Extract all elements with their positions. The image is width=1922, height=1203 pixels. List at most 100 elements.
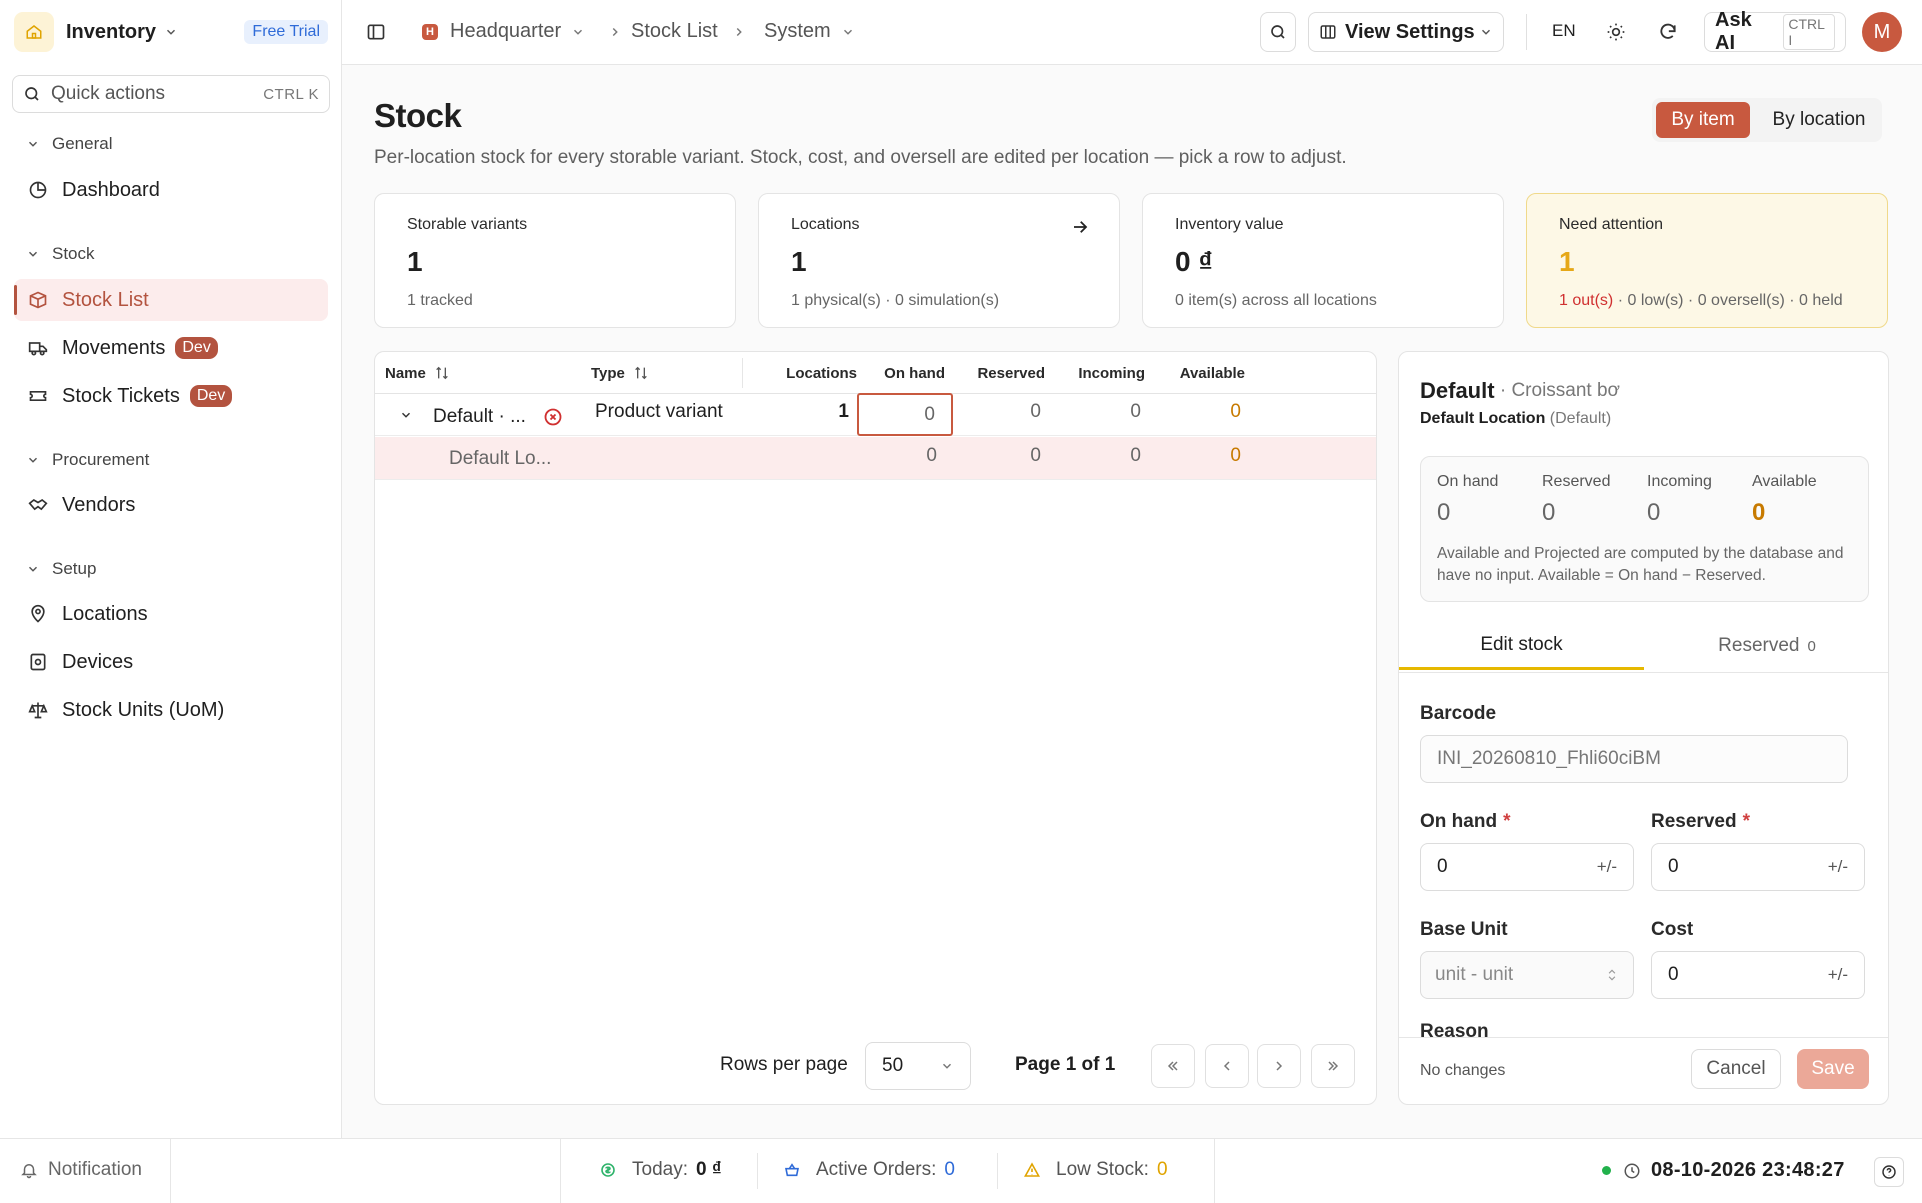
quick-actions-input[interactable]: Quick actions CTRL K	[12, 75, 330, 113]
out-of-stock-icon	[543, 394, 563, 440]
sidebar-item-dashboard[interactable]: Dashboard	[14, 169, 328, 211]
trial-badge[interactable]: Free Trial	[244, 20, 328, 44]
chevron-down-icon	[571, 25, 585, 39]
ask-ai-shortcut: CTRL I	[1783, 14, 1835, 50]
refresh-icon[interactable]	[1658, 22, 1678, 42]
row-name: Default Lo...	[449, 447, 552, 469]
card-value: 1	[1559, 246, 1575, 277]
breadcrumb-system[interactable]: System	[764, 20, 855, 43]
tab-edit-stock[interactable]: Edit stock	[1399, 622, 1644, 670]
low-stock[interactable]: Low Stock: 0	[1024, 1159, 1168, 1181]
by-location-tab[interactable]: By location	[1760, 102, 1878, 138]
sidebar-item-label: Stock Tickets	[62, 384, 180, 407]
breadcrumb-label: Headquarter	[450, 20, 562, 42]
sidebar-item-stock-list[interactable]: Stock List	[14, 279, 328, 321]
divider	[997, 1153, 998, 1189]
base-unit-select[interactable]: unit - unit	[1420, 951, 1634, 999]
reserved-input[interactable]: 0 +/-	[1651, 843, 1865, 891]
location-name: Default Location	[1420, 410, 1546, 427]
previous-page-icon[interactable]	[1205, 1044, 1249, 1088]
by-item-tab[interactable]: By item	[1656, 102, 1750, 138]
table-row[interactable]: Default Lo... 0 0 0 0	[375, 437, 1376, 480]
required-marker: *	[1742, 811, 1750, 832]
card-locations[interactable]: Locations 1 1 physical(s) · 0 simulation…	[758, 193, 1120, 328]
breadcrumb-stock-list[interactable]: Stock List	[631, 20, 718, 43]
section-general[interactable]: General	[26, 134, 112, 154]
view-toggle: By item By location	[1652, 98, 1882, 142]
next-page-icon[interactable]	[1257, 1044, 1301, 1088]
view-settings-label: View Settings	[1345, 20, 1475, 43]
first-page-icon[interactable]	[1151, 1044, 1195, 1088]
sidebar-item-locations[interactable]: Locations	[14, 593, 328, 635]
adjust-button[interactable]: +/-	[1828, 965, 1848, 985]
barcode-field[interactable]: INI_20260810_Fhli60ciBM	[1420, 735, 1848, 783]
column-locations[interactable]: Locations	[757, 352, 857, 394]
row-type: Product variant	[595, 401, 723, 422]
low-stock-label: Low Stock:	[1056, 1159, 1149, 1180]
sidebar-toggle-icon[interactable]	[366, 22, 386, 42]
change-status: No changes	[1420, 1062, 1506, 1079]
cost-input[interactable]: 0 +/-	[1651, 951, 1865, 999]
column-reserved[interactable]: Reserved	[945, 352, 1045, 394]
label-text: On hand	[1420, 811, 1498, 832]
chevron-down-icon[interactable]	[399, 394, 413, 436]
section-procurement[interactable]: Procurement	[26, 450, 149, 470]
card-subtext: 1 tracked	[407, 292, 473, 309]
row-on-hand: 0	[926, 445, 937, 466]
table-row[interactable]: Default · ... Product variant 1 0 0 0 0	[375, 393, 1376, 436]
chevron-right-icon	[608, 25, 622, 39]
clock: 08-10-2026 23:48:27	[1602, 1159, 1845, 1182]
stat-label: Incoming	[1647, 473, 1712, 490]
sidebar-item-label: Movements	[62, 336, 166, 359]
card-title: Need attention	[1559, 216, 1664, 233]
sort-icon	[633, 365, 649, 381]
cancel-button[interactable]: Cancel	[1691, 1049, 1781, 1089]
sort-icon	[434, 365, 450, 381]
page-subtitle: Per-location stock for every storable va…	[374, 147, 1347, 168]
on-hand-cell-selected[interactable]: 0	[857, 393, 953, 436]
view-settings-button[interactable]: View Settings	[1308, 12, 1504, 52]
avatar[interactable]: M	[1862, 12, 1902, 52]
location-default-tag: (Default)	[1545, 410, 1612, 427]
stat-label: Reserved	[1542, 473, 1611, 490]
help-icon[interactable]	[1874, 1157, 1904, 1187]
notification-button[interactable]: Notification	[20, 1159, 142, 1181]
adjust-button[interactable]: +/-	[1828, 857, 1848, 877]
column-on-hand[interactable]: On hand	[857, 352, 945, 394]
column-name[interactable]: Name	[385, 352, 450, 394]
app-switcher[interactable]: Inventory Free Trial	[14, 12, 332, 52]
section-setup[interactable]: Setup	[26, 559, 96, 579]
sidebar-item-stock-tickets[interactable]: Stock Tickets Dev	[14, 375, 328, 417]
language-switch[interactable]: EN	[1552, 21, 1576, 41]
theme-toggle-icon[interactable]	[1606, 22, 1626, 42]
arrow-right-icon[interactable]	[1071, 218, 1089, 236]
column-incoming[interactable]: Incoming	[1045, 352, 1145, 394]
stat-value: 0	[1542, 499, 1556, 526]
on-hand-input[interactable]: 0 +/-	[1420, 843, 1634, 891]
column-available[interactable]: Available	[1145, 352, 1245, 394]
page-title: Stock	[374, 97, 462, 134]
home-icon	[14, 12, 54, 52]
tab-reserved[interactable]: Reserved 0	[1644, 622, 1888, 670]
ask-ai-button[interactable]: Ask AI CTRL I	[1704, 9, 1846, 54]
card-value: 1	[407, 246, 423, 277]
sidebar-item-devices[interactable]: Devices	[14, 641, 328, 683]
reserved-label: Reserved *	[1651, 811, 1750, 833]
clock-icon	[1623, 1162, 1641, 1180]
last-page-icon[interactable]	[1311, 1044, 1355, 1088]
breadcrumb-headquarter[interactable]: H Headquarter	[422, 20, 585, 43]
column-type[interactable]: Type	[591, 352, 649, 394]
search-button[interactable]	[1260, 12, 1296, 52]
active-orders[interactable]: Active Orders: 0	[784, 1159, 955, 1181]
adjust-button[interactable]: +/-	[1597, 857, 1617, 877]
rows-per-page-select[interactable]: 50	[865, 1042, 971, 1090]
sidebar-item-stock-units[interactable]: Stock Units (UoM)	[14, 689, 328, 731]
sidebar-item-vendors[interactable]: Vendors	[14, 484, 328, 526]
save-button[interactable]: Save	[1797, 1049, 1869, 1089]
truck-icon	[28, 338, 48, 358]
section-stock[interactable]: Stock	[26, 244, 95, 264]
orders-label: Active Orders:	[816, 1159, 937, 1180]
sidebar-item-movements[interactable]: Movements Dev	[14, 327, 328, 369]
stat-value: 0	[1647, 499, 1661, 526]
ask-ai-label: Ask AI	[1715, 9, 1752, 54]
